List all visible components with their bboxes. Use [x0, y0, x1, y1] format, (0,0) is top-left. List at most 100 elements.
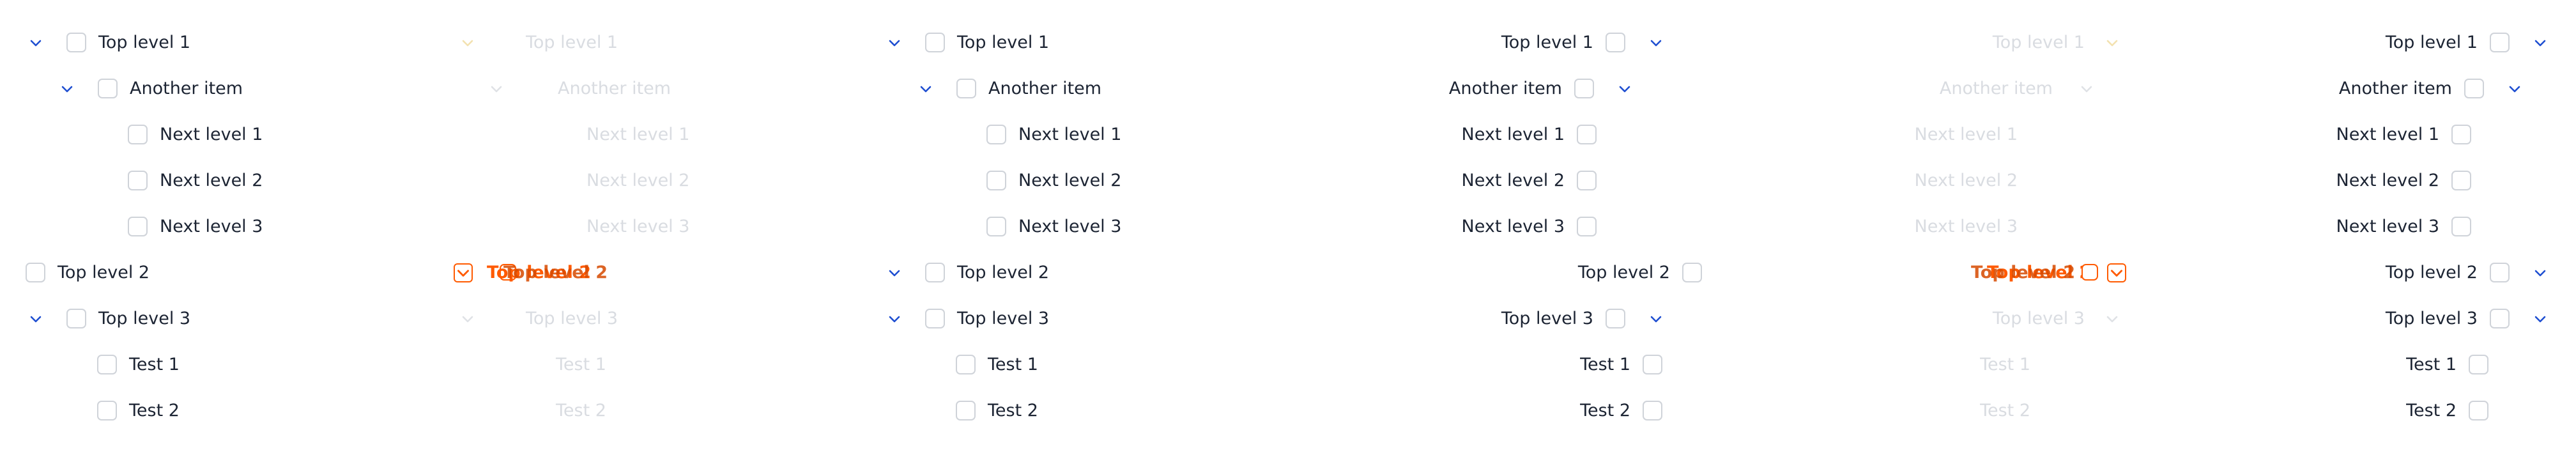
checkbox[interactable] [925, 309, 945, 328]
checkbox[interactable] [1577, 217, 1597, 236]
chevron-down-icon[interactable] [2533, 35, 2548, 50]
tree-node-label: Next level 3 [160, 217, 263, 236]
checkbox[interactable] [925, 33, 945, 52]
tree-node-top-level-3[interactable]: Top level 3 [887, 306, 1098, 334]
checkbox[interactable] [1606, 309, 1625, 328]
tree-node-test-2[interactable]: Test 2 [97, 398, 257, 426]
chevron-down-icon[interactable] [2507, 81, 2522, 96]
tree-node-top-level-3: Top level 3 [460, 306, 652, 334]
checkbox[interactable] [1577, 171, 1597, 190]
tree-node-another-item[interactable]: Another item [2318, 76, 2522, 104]
chevron-down-icon[interactable] [28, 35, 43, 50]
checkbox[interactable] [1643, 401, 1662, 420]
checkbox[interactable] [2082, 264, 2098, 281]
tree-node-top-level-3[interactable]: Top level 3 [1472, 306, 1664, 334]
checkbox[interactable] [986, 217, 1006, 236]
checkbox[interactable] [2451, 217, 2471, 236]
chevron-down-icon[interactable] [887, 311, 902, 327]
checkbox[interactable] [986, 171, 1006, 190]
tree-node-label: Top level 1 [2385, 33, 2478, 52]
tree-node-test-1[interactable]: Test 1 [97, 352, 257, 380]
tree-node-test-2[interactable]: Test 2 [2356, 398, 2488, 426]
tree-node-top-level-2-focused[interactable]: Top level 2 Top level 2 [454, 260, 645, 288]
tree-node-test-1[interactable]: Test 1 [956, 352, 1116, 380]
tree-node-next-level-3[interactable]: Next level 3 [986, 214, 1178, 242]
tree-node-top-level-1[interactable]: Top level 1 [887, 30, 1098, 58]
tree-node-top-level-2[interactable]: Top level 2 [1498, 260, 1702, 288]
tree-node-top-level-2[interactable]: Top level 2 [2343, 260, 2548, 288]
chevron-down-icon[interactable] [1648, 35, 1664, 50]
tree-node-top-level-2-focused[interactable]: Top level 2 Top level 2 [1947, 260, 2126, 288]
tree-node-test-2[interactable]: Test 2 [956, 398, 1116, 426]
checkbox[interactable] [1577, 125, 1597, 144]
checkbox[interactable] [97, 401, 117, 420]
tree-node-top-level-1[interactable]: Top level 1 [1472, 30, 1664, 58]
chevron-down-icon [2079, 81, 2094, 96]
checkbox[interactable] [2490, 33, 2510, 52]
chevron-down-icon[interactable] [918, 81, 933, 96]
checkbox[interactable] [2490, 263, 2510, 282]
tree-node-next-level-1: Next level 1 [1877, 122, 2043, 150]
tree-node-next-level-1[interactable]: Next level 1 [128, 122, 319, 150]
tree-node-another-item[interactable]: Another item [59, 76, 270, 104]
checkbox[interactable] [66, 309, 86, 328]
chevron-down-icon[interactable] [2533, 311, 2548, 327]
tree-node-another-item[interactable]: Another item [1434, 76, 1632, 104]
tree-node-label: Another item [558, 79, 671, 98]
checkbox[interactable] [1574, 79, 1594, 98]
checkbox[interactable] [26, 263, 45, 282]
checkbox[interactable] [128, 217, 148, 236]
checkbox[interactable] [986, 125, 1006, 144]
checkbox[interactable] [97, 355, 117, 374]
tree-node-test-1[interactable]: Test 1 [2356, 352, 2488, 380]
checkbox[interactable] [66, 33, 86, 52]
chevron-down-icon[interactable] [2107, 263, 2126, 282]
checkbox[interactable] [2451, 125, 2471, 144]
tree-node-top-level-1[interactable]: Top level 1 [2343, 30, 2548, 58]
checkbox[interactable] [956, 401, 976, 420]
tree-node-next-level-3[interactable]: Next level 3 [128, 214, 319, 242]
tree-node-next-level-2[interactable]: Next level 2 [128, 168, 319, 196]
chevron-down-icon[interactable] [454, 263, 473, 282]
tree-node-another-item[interactable]: Another item [918, 76, 1129, 104]
chevron-down-icon[interactable] [887, 265, 902, 281]
checkbox[interactable] [956, 355, 976, 374]
checkbox[interactable] [956, 79, 976, 98]
chevron-down-icon[interactable] [1617, 81, 1632, 96]
checkbox[interactable] [2451, 171, 2471, 190]
tree-node-top-level-3[interactable]: Top level 3 [28, 306, 239, 334]
tree-node-next-level-1[interactable]: Next level 1 [986, 122, 1178, 150]
tree-node-top-level-3[interactable]: Top level 3 [2343, 306, 2548, 334]
checkbox[interactable] [2464, 79, 2484, 98]
chevron-down-icon[interactable] [887, 35, 902, 50]
tree-node-another-item: Another item [1922, 76, 2094, 104]
tree-node-top-level-2[interactable]: Top level 2 [887, 260, 1098, 288]
tree-node-label: Top level 3 [957, 309, 1050, 328]
checkbox[interactable] [98, 79, 118, 98]
checkbox[interactable] [128, 171, 148, 190]
tree-node-test-1: Test 1 [530, 352, 658, 380]
checkbox[interactable] [925, 263, 945, 282]
tree-node-next-level-3[interactable]: Next level 3 [2318, 214, 2471, 242]
tree-node-next-level-2[interactable]: Next level 2 [2318, 168, 2471, 196]
checkbox[interactable] [1643, 355, 1662, 374]
checkbox[interactable] [1682, 263, 1702, 282]
checkbox[interactable] [128, 125, 148, 144]
tree-node-top-level-1[interactable]: Top level 1 [28, 30, 239, 58]
chevron-down-icon[interactable] [1648, 311, 1664, 327]
tree-node-label: Test 2 [2406, 401, 2457, 420]
checkbox[interactable] [2490, 309, 2510, 328]
tree-node-next-level-1[interactable]: Next level 1 [2318, 122, 2471, 150]
chevron-down-icon[interactable] [28, 311, 43, 327]
tree-node-top-level-2[interactable]: Top level 2 [26, 260, 217, 288]
chevron-down-icon [460, 35, 475, 50]
chevron-down-icon[interactable] [2533, 265, 2548, 281]
tree-node-next-level-2[interactable]: Next level 2 [986, 168, 1178, 196]
tree-node-test-2: Test 2 [1928, 398, 2056, 426]
tree-node-label: Another item [2338, 79, 2452, 98]
checkbox[interactable] [1606, 33, 1625, 52]
checkbox[interactable] [2469, 355, 2488, 374]
chevron-down-icon [460, 311, 475, 327]
chevron-down-icon[interactable] [59, 81, 75, 96]
checkbox[interactable] [2469, 401, 2488, 420]
